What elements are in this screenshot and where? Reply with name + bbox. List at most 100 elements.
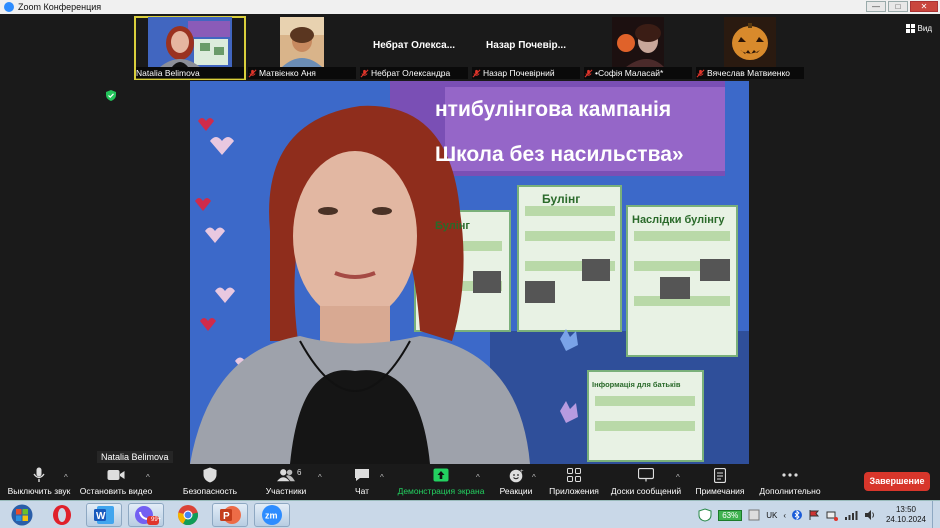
taskbar-powerpoint[interactable]: P	[212, 503, 248, 527]
windows-start-icon	[11, 504, 33, 526]
participant-caption: Назар Почевірний	[472, 67, 580, 79]
participant-caption: Вячеслав Матвиенко	[696, 67, 804, 79]
action-center-flag-icon[interactable]	[808, 509, 820, 521]
reactions-button[interactable]: + Реакции	[498, 465, 534, 500]
zoom-logo-icon	[4, 2, 14, 12]
apps-icon	[565, 467, 583, 483]
whiteboard-icon	[637, 467, 655, 483]
meeting-toolbar: Выключить звук ^ Остановить видео ^ Безо…	[0, 465, 940, 500]
viber-badge: 99+	[151, 517, 162, 523]
zoom-icon: zm	[262, 505, 282, 525]
svg-text:zm: zm	[265, 511, 278, 521]
mic-muted-icon	[248, 69, 257, 77]
more-button[interactable]: Дополнительно	[758, 465, 822, 500]
minimize-button[interactable]: —	[866, 1, 886, 12]
reactions-label: Реакции	[499, 486, 533, 496]
chat-options-chevron-icon[interactable]: ^	[380, 473, 384, 482]
participant-video	[724, 17, 776, 67]
mute-button[interactable]: Выключить звук	[6, 465, 72, 500]
participant-tile[interactable]: Небрат Олекса... Небрат Олександра	[358, 16, 470, 80]
microphone-icon	[30, 467, 48, 483]
reactions-options-chevron-icon[interactable]: ^	[532, 473, 536, 482]
notes-button[interactable]: Примечания	[694, 465, 746, 500]
speaker-video-frame: нтибулінгова кампанія Школа без насильст…	[190, 81, 749, 464]
taskbar-chrome[interactable]	[170, 503, 206, 527]
security-button[interactable]: Безопасность	[182, 465, 238, 500]
share-screen-icon	[432, 467, 450, 483]
participant-tile[interactable]: Вячеслав Матвиенко	[694, 16, 806, 80]
reactions-smile-icon: +	[507, 467, 525, 483]
clock-time: 13:50	[895, 505, 917, 514]
battery-indicator[interactable]: 63%	[718, 509, 743, 521]
clock-date: 24.10.2024	[885, 515, 927, 524]
end-meeting-button[interactable]: Завершение	[864, 472, 930, 491]
clock[interactable]: 13:50 24.10.2024	[880, 505, 932, 525]
windows-taskbar: W 99+ P zm 63% UK ‹ 13:50 24.10.2024	[0, 500, 940, 528]
participant-video	[612, 17, 664, 67]
mute-options-chevron-icon[interactable]: ^	[64, 473, 68, 482]
participants-options-chevron-icon[interactable]: ^	[318, 473, 322, 482]
whiteboards-label: Доски сообщений	[610, 486, 682, 496]
signal-bars-icon[interactable]	[844, 509, 858, 521]
banner-line2: Школа без насильства»	[435, 143, 684, 166]
taskbar-zoom[interactable]: zm	[254, 503, 290, 527]
participant-name: •Софія Маласай*	[595, 68, 664, 78]
start-button[interactable]	[4, 503, 40, 527]
participant-name: Назар Почевірний	[483, 68, 555, 78]
participant-name: Небрат Олександра	[371, 68, 451, 78]
window-title: Zoom Конференция	[18, 2, 102, 12]
participants-icon	[277, 467, 295, 483]
chat-icon	[353, 467, 371, 483]
chat-label: Чат	[354, 486, 370, 496]
tray-expand-chevron-icon[interactable]: ‹	[783, 511, 786, 520]
participant-caption: •Софія Маласай*	[584, 67, 692, 79]
taskbar-viber[interactable]: 99+	[128, 503, 164, 527]
stop-video-button[interactable]: Остановить видео	[80, 465, 152, 500]
participant-placeholder-name: Небрат Олекса...	[372, 40, 456, 51]
speaker-name-label: Natalia Belimova	[97, 451, 173, 463]
participant-name: Матвієнко Аня	[259, 68, 316, 78]
video-camera-icon	[107, 467, 125, 483]
participant-name: Natalia Belimova	[136, 68, 200, 78]
volume-icon[interactable]	[864, 509, 876, 521]
svg-text:+: +	[520, 469, 524, 475]
chat-button[interactable]: Чат	[350, 465, 374, 500]
whiteboards-button[interactable]: Доски сообщений	[609, 465, 683, 500]
powerpoint-icon: P	[220, 506, 241, 524]
video-options-chevron-icon[interactable]: ^	[146, 473, 150, 482]
show-desktop-button[interactable]	[932, 501, 940, 528]
close-button[interactable]: ✕	[910, 1, 938, 12]
participant-name: Вячеслав Матвиенко	[707, 68, 790, 78]
banner-line1: нтибулінгова кампанія	[435, 98, 671, 121]
main-video[interactable]: нтибулінгова кампанія Школа без насильст…	[190, 81, 749, 464]
participant-caption: Небрат Олександра	[360, 67, 468, 79]
share-screen-button[interactable]: Демонстрация экрана	[397, 465, 485, 500]
participant-tile[interactable]: Назар Почевір... Назар Почевірний	[470, 16, 582, 80]
antivirus-icon[interactable]	[698, 508, 712, 522]
view-button[interactable]: Вид	[905, 24, 932, 33]
bluetooth-icon[interactable]	[792, 509, 802, 521]
participant-tile[interactable]: Natalia Belimova	[134, 16, 246, 80]
participant-placeholder-name: Назар Почевір...	[486, 40, 566, 51]
svg-text:P: P	[223, 511, 230, 522]
svg-text:W: W	[96, 511, 106, 522]
mic-muted-icon	[584, 69, 593, 77]
whiteboards-options-chevron-icon[interactable]: ^	[676, 473, 680, 482]
network-icon[interactable]	[826, 509, 838, 521]
taskbar-word[interactable]: W	[86, 503, 122, 527]
participant-caption: Матвієнко Аня	[248, 67, 356, 79]
participant-tile[interactable]: Матвієнко Аня	[246, 16, 358, 80]
sticky-note-icon[interactable]	[748, 509, 760, 521]
language-indicator[interactable]: UK	[766, 511, 777, 520]
taskbar-opera[interactable]	[44, 503, 80, 527]
opera-icon	[53, 505, 71, 525]
share-options-chevron-icon[interactable]: ^	[476, 473, 480, 482]
security-label: Безопасность	[182, 486, 238, 496]
participants-label: Участники	[265, 486, 307, 496]
notes-label: Примечания	[695, 486, 745, 496]
chrome-icon	[177, 505, 199, 526]
maximize-button[interactable]: □	[888, 1, 908, 12]
apps-button[interactable]: Приложения	[548, 465, 600, 500]
participant-video	[148, 17, 232, 67]
participant-tile[interactable]: •Софія Маласай*	[582, 16, 694, 80]
